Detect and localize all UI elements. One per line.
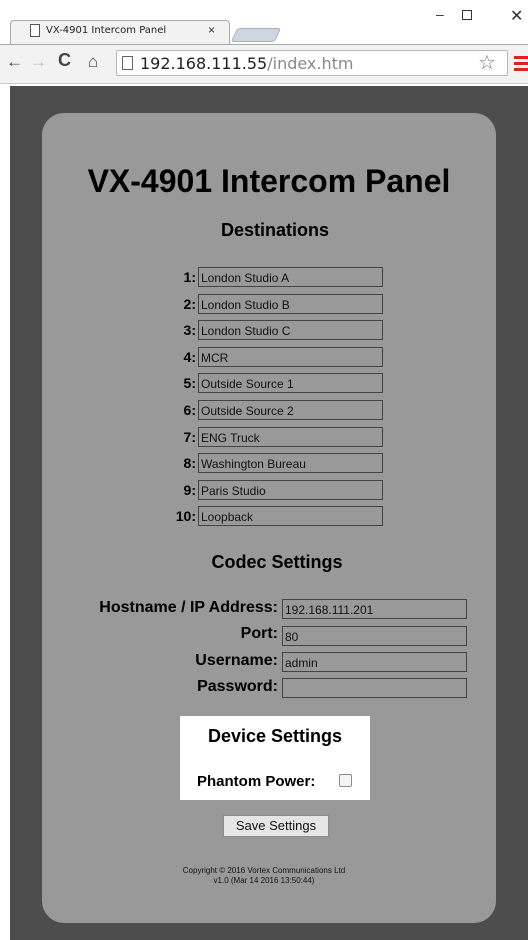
page-icon: [30, 24, 40, 37]
hostname-field[interactable]: 192.168.111.201: [282, 599, 467, 619]
device-heading: Device Settings: [207, 726, 343, 746]
reload-icon[interactable]: C: [58, 50, 71, 71]
destination-field[interactable]: ENG Truck: [198, 427, 383, 447]
page-icon: [122, 56, 133, 70]
tab-close-icon[interactable]: ×: [208, 23, 215, 37]
password-field[interactable]: [282, 678, 467, 698]
username-field[interactable]: admin: [282, 652, 467, 672]
destination-field[interactable]: London Studio C: [198, 320, 383, 340]
version-text: v1.0 (Mar 14 2016 13:50:44): [213, 876, 315, 885]
close-window-icon[interactable]: ✕: [510, 6, 523, 26]
url-host: 192.168.111.55: [140, 54, 268, 73]
destination-field[interactable]: Paris Studio: [198, 480, 383, 500]
password-label: Password:: [197, 678, 278, 695]
phantom-power-checkbox[interactable]: [339, 774, 352, 787]
destination-number: 5:: [183, 375, 196, 391]
forward-arrow-icon[interactable]: →: [30, 52, 47, 72]
new-tab-button[interactable]: [230, 28, 282, 42]
destination-number: 9:: [183, 482, 196, 498]
destination-field[interactable]: London Studio A: [198, 267, 383, 287]
codec-heading: Codec Settings: [211, 552, 343, 572]
destination-number: 2:: [183, 296, 196, 312]
port-field[interactable]: 80: [282, 626, 467, 646]
destination-number: 1:: [183, 269, 196, 285]
destinations-heading: Destinations: [220, 220, 330, 240]
save-settings-button[interactable]: Save Settings: [223, 815, 329, 837]
destination-field[interactable]: Washington Bureau: [198, 453, 383, 473]
username-label: Username:: [195, 652, 278, 669]
destination-field[interactable]: MCR: [198, 347, 383, 367]
destination-field[interactable]: Loopback: [198, 506, 383, 526]
destination-number: 7:: [183, 429, 196, 445]
minimize-icon[interactable]: –: [436, 6, 444, 22]
home-icon[interactable]: ⌂: [88, 52, 98, 72]
url-path: /index.htm: [267, 54, 354, 73]
back-arrow-icon[interactable]: ←: [6, 52, 23, 72]
destination-number: 10:: [175, 508, 196, 524]
port-label: Port:: [240, 625, 278, 642]
destination-field[interactable]: Outside Source 1: [198, 373, 383, 393]
device-settings-box: Device Settings Phantom Power:: [180, 716, 370, 800]
destination-field[interactable]: Outside Source 2: [198, 400, 383, 420]
bookmark-star-icon[interactable]: ☆: [478, 50, 496, 75]
destination-field[interactable]: London Studio B: [198, 294, 383, 314]
maximize-icon[interactable]: [462, 10, 472, 20]
destination-number: 3:: [183, 322, 196, 338]
copyright-text: Copyright © 2016 Vortex Communications L…: [182, 866, 346, 875]
destination-number: 6:: [183, 402, 196, 418]
destination-number: 4:: [183, 349, 196, 365]
page-title: VX-4901 Intercom Panel: [87, 163, 451, 199]
destination-number: 8:: [183, 455, 196, 471]
tab-title[interactable]: VX-4901 Intercom Panel: [46, 25, 166, 36]
hostname-label: Hostname / IP Address:: [99, 599, 278, 616]
address-url[interactable]: 192.168.111.55/index.htm: [140, 54, 353, 73]
menu-icon[interactable]: [514, 56, 528, 74]
phantom-power-label: Phantom Power:: [197, 773, 316, 790]
